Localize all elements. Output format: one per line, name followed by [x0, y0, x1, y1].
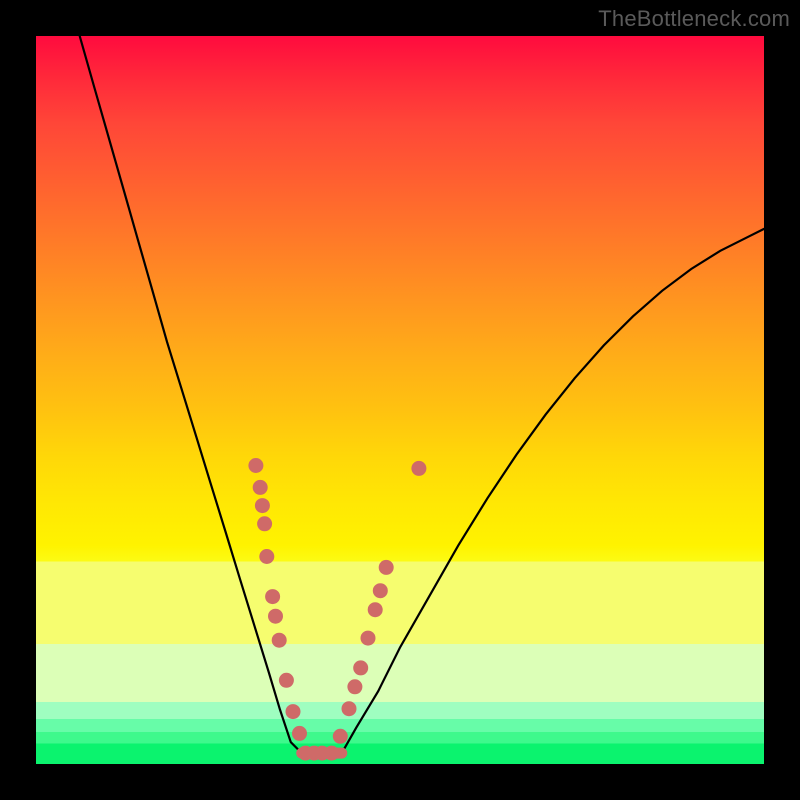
marker-dot [265, 589, 280, 604]
marker-dot [248, 458, 263, 473]
marker-dot [324, 746, 339, 761]
plot-area [36, 36, 764, 764]
left-curve [80, 36, 302, 753]
marker-dot [353, 660, 368, 675]
marker-dot [368, 602, 383, 617]
marker-dot [347, 679, 362, 694]
marker-dot [257, 516, 272, 531]
marker-dot [268, 609, 283, 624]
marker-dot [411, 461, 426, 476]
marker-dot [253, 480, 268, 495]
curve-layer [36, 36, 764, 764]
marker-dot [333, 729, 348, 744]
marker-dot [373, 583, 388, 598]
marker-dot [379, 560, 394, 575]
marker-dot [361, 631, 376, 646]
marker-dot [255, 498, 270, 513]
marker-dot [286, 704, 301, 719]
chart-stage: TheBottleneck.com [0, 0, 800, 800]
marker-dot [292, 726, 307, 741]
marker-dot [342, 701, 357, 716]
marker-dot [272, 633, 287, 648]
marker-dot [279, 673, 294, 688]
right-curve [342, 229, 764, 753]
watermark-text: TheBottleneck.com [598, 6, 790, 32]
marker-dots [248, 458, 426, 761]
marker-dot [259, 549, 274, 564]
curves [80, 36, 764, 753]
